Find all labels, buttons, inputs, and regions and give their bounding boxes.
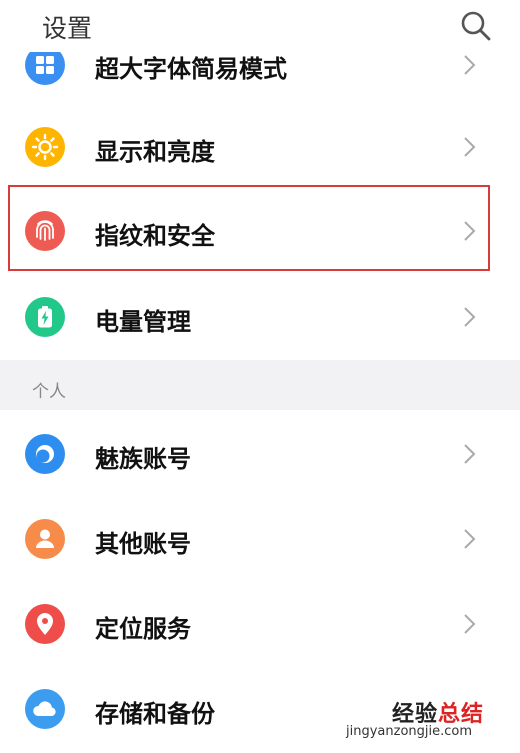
top-bar: 设置 bbox=[0, 0, 520, 52]
person-icon bbox=[25, 519, 65, 559]
cloud-icon bbox=[25, 689, 65, 729]
settings-item-other-accounts[interactable]: 其他账号 bbox=[0, 497, 520, 583]
settings-item-battery[interactable]: 电量管理 bbox=[0, 274, 520, 360]
settings-item-label: 存储和备份 bbox=[95, 700, 215, 728]
settings-item-label: 其他账号 bbox=[95, 530, 191, 558]
settings-item-label: 电量管理 bbox=[95, 308, 191, 336]
meizu-account-icon bbox=[25, 434, 65, 474]
search-button[interactable] bbox=[458, 8, 494, 44]
settings-item-label: 定位服务 bbox=[95, 615, 191, 643]
sun-icon bbox=[25, 127, 65, 167]
chevron-right-icon bbox=[464, 221, 476, 241]
settings-item-label: 魅族账号 bbox=[95, 445, 191, 473]
location-pin-icon bbox=[25, 604, 65, 644]
watermark: 经验总结 jingyanzongjie.com bbox=[342, 696, 512, 746]
settings-item-label: 超大字体简易模式 bbox=[95, 55, 287, 83]
battery-icon bbox=[25, 297, 65, 337]
settings-item-fingerprint[interactable]: 指纹和安全 bbox=[0, 188, 520, 274]
chevron-right-icon bbox=[464, 444, 476, 464]
settings-item-display[interactable]: 显示和亮度 bbox=[0, 104, 520, 190]
page-title: 设置 bbox=[42, 14, 93, 43]
settings-item-location[interactable]: 定位服务 bbox=[0, 582, 520, 668]
fingerprint-icon bbox=[25, 211, 65, 251]
settings-item-label: 显示和亮度 bbox=[95, 138, 215, 166]
chevron-right-icon bbox=[464, 614, 476, 634]
chevron-right-icon bbox=[464, 307, 476, 327]
section-title: 个人 bbox=[32, 382, 66, 402]
settings-item-label: 指纹和安全 bbox=[95, 222, 215, 250]
search-icon bbox=[461, 11, 491, 41]
chevron-right-icon bbox=[464, 137, 476, 157]
section-header-personal: 个人 bbox=[0, 360, 520, 410]
settings-item-meizu-account[interactable]: 魅族账号 bbox=[0, 412, 520, 498]
chevron-right-icon bbox=[464, 529, 476, 549]
chevron-right-icon bbox=[464, 55, 476, 75]
watermark-url: jingyanzongjie.com bbox=[346, 724, 473, 739]
